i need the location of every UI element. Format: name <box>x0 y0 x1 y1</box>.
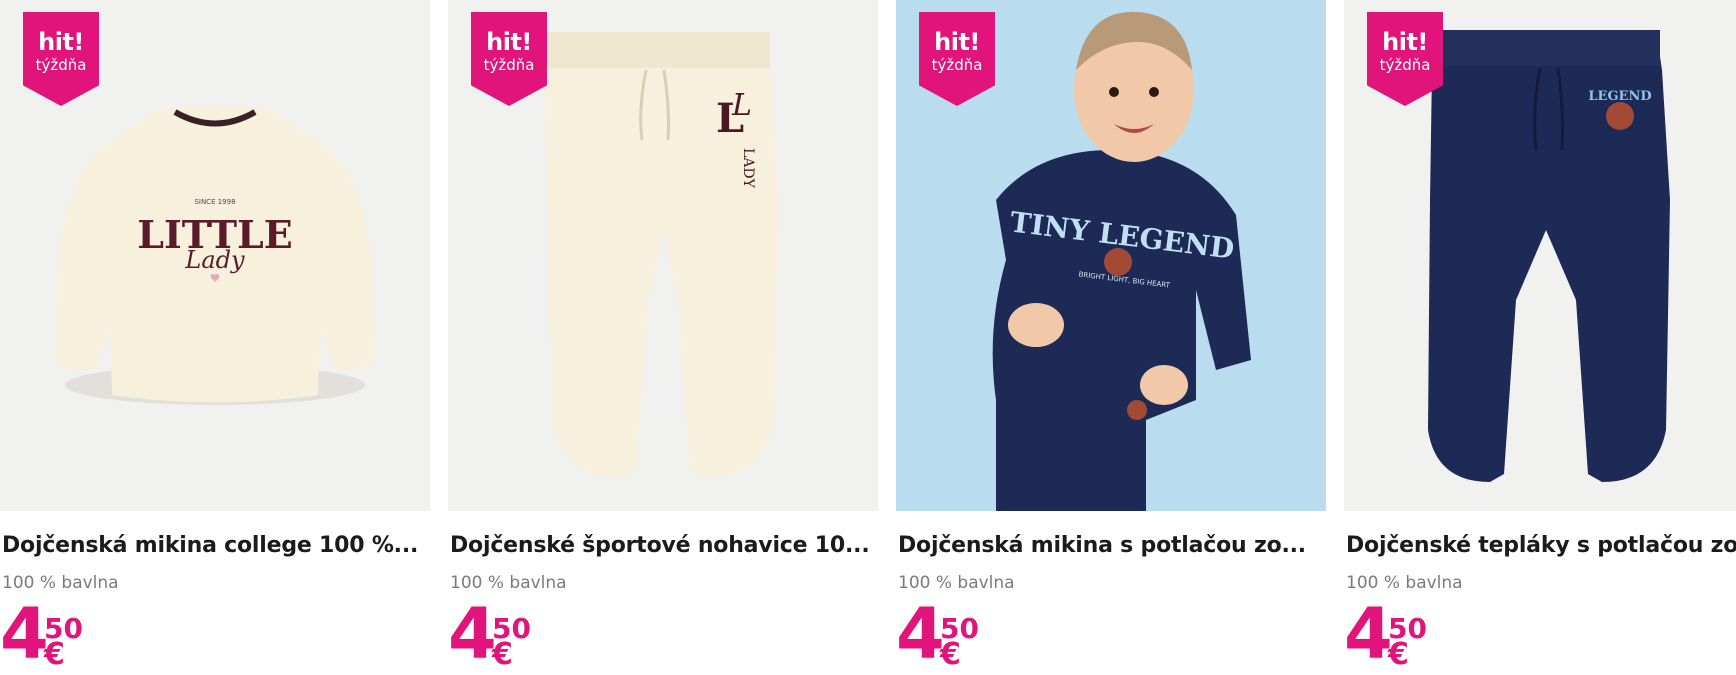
svg-text:LEGEND: LEGEND <box>1588 89 1651 104</box>
badge-subtitle: týždňa <box>931 56 983 74</box>
product-title[interactable]: Dojčenské tepláky s potlačou zo... <box>1346 533 1736 558</box>
product-title[interactable]: Dojčenské športové nohavice 10... <box>450 533 878 558</box>
badge-title: hit! <box>1382 28 1428 56</box>
price-integer: 4 <box>896 593 945 675</box>
price-currency: € <box>940 637 961 672</box>
product-image[interactable]: SINCE 1998 LITTLE Lady hit! týždňa <box>0 0 430 511</box>
product-subtitle: 100 % bavlna <box>450 573 567 593</box>
product-grid: SINCE 1998 LITTLE Lady hit! týždňa Dojče… <box>0 0 1736 675</box>
product-image[interactable]: LEGEND hit! týždňa <box>1344 0 1736 511</box>
product-image[interactable]: TINY LEGEND BRIGHT LIGHT, BIG HEART hit!… <box>896 0 1326 511</box>
price-currency: € <box>492 637 513 672</box>
product-card[interactable]: SINCE 1998 LITTLE Lady hit! týždňa Dojče… <box>0 0 430 675</box>
badge-subtitle: týždňa <box>483 56 535 74</box>
product-card[interactable]: LEGEND hit! týždňa Dojčenské tepláky s p… <box>1344 0 1736 675</box>
svg-text:LADY: LADY <box>740 148 756 189</box>
price-integer: 4 <box>448 593 497 675</box>
product-subtitle: 100 % bavlna <box>898 573 1015 593</box>
product-title[interactable]: Dojčenská mikina college 100 %... <box>2 533 430 558</box>
price-currency: € <box>44 637 65 672</box>
product-subtitle: 100 % bavlna <box>1346 573 1463 593</box>
badge-title: hit! <box>934 28 980 56</box>
badge-subtitle: týždňa <box>1379 56 1431 74</box>
price-integer: 4 <box>0 593 49 675</box>
product-title[interactable]: Dojčenská mikina s potlačou zo... <box>898 533 1326 558</box>
product-image[interactable]: L L LADY hit! týždňa <box>448 0 878 511</box>
product-card[interactable]: L L LADY hit! týždňa Dojčenské športové … <box>448 0 878 675</box>
product-card[interactable]: TINY LEGEND BRIGHT LIGHT, BIG HEART hit!… <box>896 0 1326 675</box>
price-currency: € <box>1388 637 1409 672</box>
badge-subtitle: týždňa <box>35 56 87 74</box>
badge-title: hit! <box>38 28 84 56</box>
svg-text:Lady: Lady <box>184 246 245 274</box>
price-integer: 4 <box>1344 593 1393 675</box>
svg-text:L: L <box>731 88 752 123</box>
product-subtitle: 100 % bavlna <box>2 573 119 593</box>
badge-title: hit! <box>486 28 532 56</box>
svg-text:SINCE 1998: SINCE 1998 <box>194 198 235 206</box>
